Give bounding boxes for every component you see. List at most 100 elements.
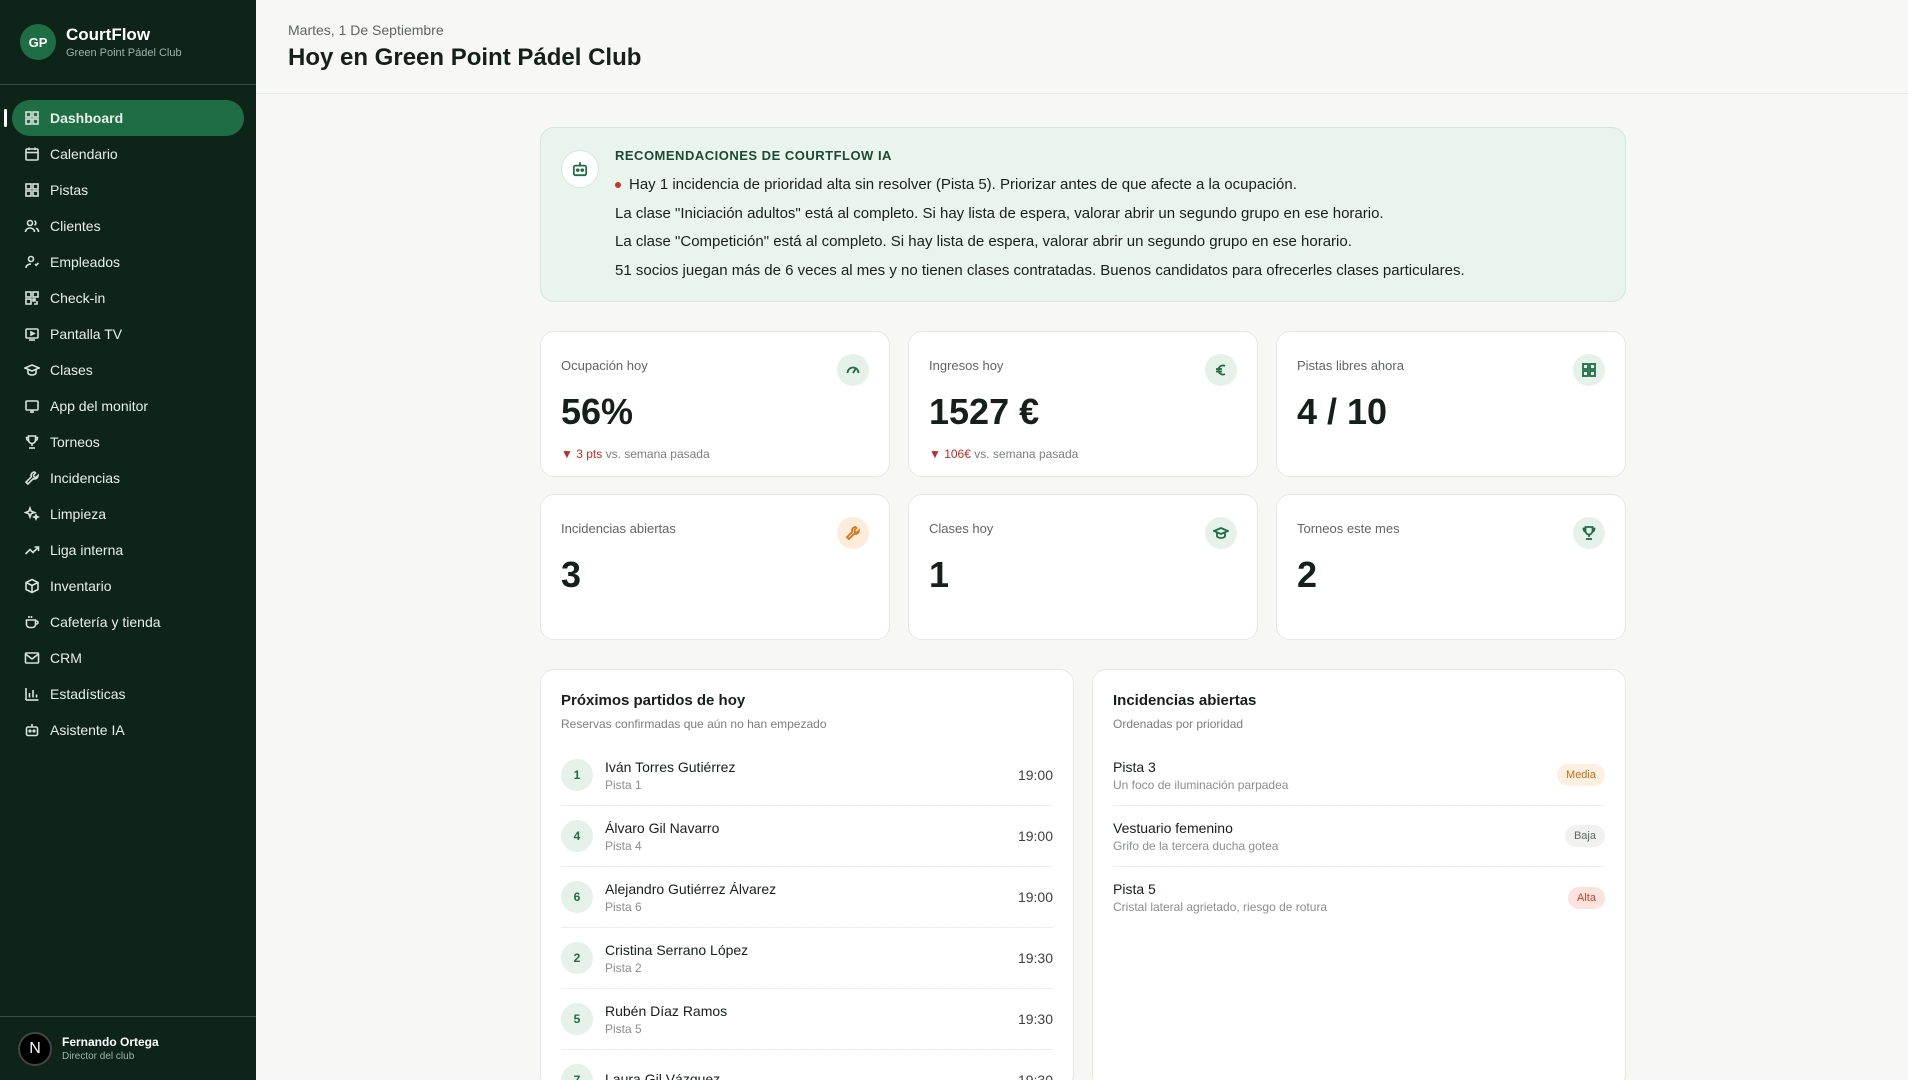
sidebar-item-calendario[interactable]: Calendario: [12, 136, 244, 172]
stat-value: 1: [929, 554, 950, 595]
list-item[interactable]: Pista 3 Un foco de iluminación parpadea M…: [1113, 745, 1605, 806]
court-name: Pista 5: [605, 1021, 642, 1036]
stat-trend: ▼ 106€ vs. semana pasada: [929, 447, 1237, 461]
courts-icon: [24, 182, 40, 198]
avatar: N: [18, 1031, 52, 1066]
player-name: Cristina Serrano López: [605, 941, 749, 958]
graduation-cap-icon: [1205, 517, 1237, 549]
panel-title: Próximos partidos de hoy: [561, 692, 746, 709]
euro-icon: [1205, 354, 1237, 386]
bot-icon: [24, 722, 40, 738]
list-item[interactable]: 6 Alejandro Gutiérrez Álvarez Pista 6 19:…: [561, 867, 1053, 928]
current-date: Martes, 1 De Septiembre: [288, 22, 444, 38]
stat-label: Clases hoy: [929, 521, 994, 536]
stat-value: 2: [1297, 554, 1318, 595]
panel-subtitle: Ordenadas por prioridad: [1113, 717, 1244, 731]
brand-logo: GP: [20, 24, 56, 60]
stat-label: Pistas libres ahora: [1297, 358, 1404, 373]
sidebar-item-label: Asistente IA: [50, 722, 125, 738]
sidebar-item-pantalla-tv[interactable]: Pantalla TV: [12, 316, 244, 352]
sidebar-item-cafeteria[interactable]: Cafetería y tienda: [12, 604, 244, 640]
tablet-icon: [24, 398, 40, 414]
sidebar-item-clases[interactable]: Clases: [12, 352, 244, 388]
sparkle-icon: [24, 506, 40, 522]
coffee-icon: [24, 614, 40, 630]
stat-card-clases: Clases hoy 1: [908, 494, 1258, 640]
club-name: Green Point Pádel Club: [66, 47, 182, 59]
qr-icon: [24, 290, 40, 306]
list-item[interactable]: Pista 5 Cristal lateral agrietado, riesgo…: [1113, 867, 1605, 928]
sidebar-item-app-monitor[interactable]: App del monitor: [12, 388, 244, 424]
tv-icon: [24, 326, 40, 342]
stat-card-ingresos: Ingresos hoy 1527 € ▼ 106€ vs. semana pa…: [908, 331, 1258, 477]
list-item[interactable]: 1 Iván Torres Gutiérrez Pista 1 19:00: [561, 745, 1053, 806]
sidebar-item-clientes[interactable]: Clientes: [12, 208, 244, 244]
stat-value: 1527 €: [929, 391, 1040, 432]
court-number: 1: [561, 759, 593, 791]
incident-title: Vestuario femenino: [1113, 819, 1233, 836]
sidebar-item-liga-interna[interactable]: Liga interna: [12, 532, 244, 568]
trend-down-value: ▼ 106€: [929, 447, 971, 461]
list-item[interactable]: Vestuario femenino Grifo de la tercera du…: [1113, 806, 1605, 867]
stat-card-pistas-libres: Pistas libres ahora 4 / 10: [1276, 331, 1626, 477]
incident-description: Cristal lateral agrietado, riesgo de rot…: [1113, 900, 1328, 914]
wrench-icon: [24, 470, 40, 486]
ai-recommendation: La clase "Iniciación adultos" está al co…: [615, 204, 1384, 222]
sidebar-item-empleados[interactable]: Empleados: [12, 244, 244, 280]
employee-icon: [24, 254, 40, 270]
ai-recommendation: La clase "Competición" está al completo.…: [615, 233, 1352, 250]
list-item[interactable]: 4 Álvaro Gil Navarro Pista 4 19:00: [561, 806, 1053, 867]
sidebar-item-label: Liga interna: [50, 542, 124, 558]
stat-value: 4 / 10: [1297, 391, 1388, 432]
panel-title: Incidencias abiertas: [1113, 692, 1257, 709]
sidebar-item-limpieza[interactable]: Limpieza: [12, 496, 244, 532]
court-number: 2: [561, 942, 593, 974]
sidebar-item-incidencias[interactable]: Incidencias: [12, 460, 244, 496]
gauge-icon: [837, 354, 869, 386]
user-role: Director del club: [62, 1051, 135, 1062]
list-item[interactable]: 2 Cristina Serrano López Pista 2 19:30: [561, 928, 1053, 989]
ai-recommendation: Hay 1 incidencia de prioridad alta sin r…: [615, 171, 1603, 200]
court-name: Pista 6: [605, 899, 642, 914]
match-time: 19:00: [1017, 828, 1053, 844]
sidebar-item-estadisticas[interactable]: Estadísticas: [12, 676, 244, 712]
panel-subtitle: Reservas confirmadas que aún no han empe…: [561, 717, 827, 731]
priority-badge: Baja: [1564, 825, 1605, 847]
sidebar-item-label: Clases: [50, 362, 93, 378]
court-name: Pista 2: [605, 960, 642, 975]
sidebar-item-crm[interactable]: CRM: [12, 640, 244, 676]
main-content: RECOMENDACIONES DE COURTFLOW IA Hay 1 in…: [540, 127, 1626, 1080]
user-profile[interactable]: N Fernando Ortega Director del club: [0, 1016, 256, 1080]
sidebar-item-label: App del monitor: [50, 398, 149, 414]
stat-card-incidencias: Incidencias abiertas 3: [540, 494, 890, 640]
sidebar-item-asistente-ia[interactable]: Asistente IA: [12, 712, 244, 748]
player-name: Iván Torres Gutiérrez: [605, 758, 736, 775]
bar-chart-icon: [24, 686, 40, 702]
trend-text: vs. semana pasada: [605, 447, 710, 461]
sidebar-item-label: Estadísticas: [50, 686, 126, 702]
upcoming-matches-panel: Próximos partidos de hoy Reservas confir…: [540, 669, 1074, 1080]
court-name: Pista 1: [605, 777, 642, 792]
court-number: 7: [561, 1064, 593, 1080]
sidebar-item-label: Empleados: [50, 254, 121, 270]
brand-name: CourtFlow: [66, 25, 151, 44]
list-item[interactable]: 5 Rubén Díaz Ramos Pista 5 19:30: [561, 989, 1053, 1050]
panels: Próximos partidos de hoy Reservas confir…: [540, 669, 1626, 1080]
sidebar-item-label: CRM: [50, 650, 82, 666]
sidebar-item-dashboard[interactable]: Dashboard: [4, 100, 244, 136]
stat-card-ocupacion: Ocupación hoy 56% ▼ 3 pts vs. semana pas…: [540, 331, 890, 477]
stat-label: Torneos este mes: [1297, 521, 1400, 536]
sidebar-item-label: Torneos: [50, 434, 100, 450]
sidebar-item-inventario[interactable]: Inventario: [12, 568, 244, 604]
sidebar-item-checkin[interactable]: Check-in: [12, 280, 244, 316]
court-name: Pista 4: [605, 838, 642, 853]
sidebar-item-label: Limpieza: [50, 506, 107, 522]
ai-recommendation: 51 socios juegan más de 6 veces al mes y…: [615, 261, 1465, 279]
match-time: 19:30: [1017, 1072, 1053, 1080]
sidebar-item-torneos[interactable]: Torneos: [12, 424, 244, 460]
open-incidents-panel: Incidencias abiertas Ordenadas por prior…: [1092, 669, 1626, 1080]
sidebar-item-pistas[interactable]: Pistas: [12, 172, 244, 208]
sidebar-item-label: Pistas: [50, 182, 89, 198]
users-icon: [24, 218, 40, 234]
list-item[interactable]: 7 Laura Gil Vázquez 19:30: [561, 1050, 1053, 1080]
